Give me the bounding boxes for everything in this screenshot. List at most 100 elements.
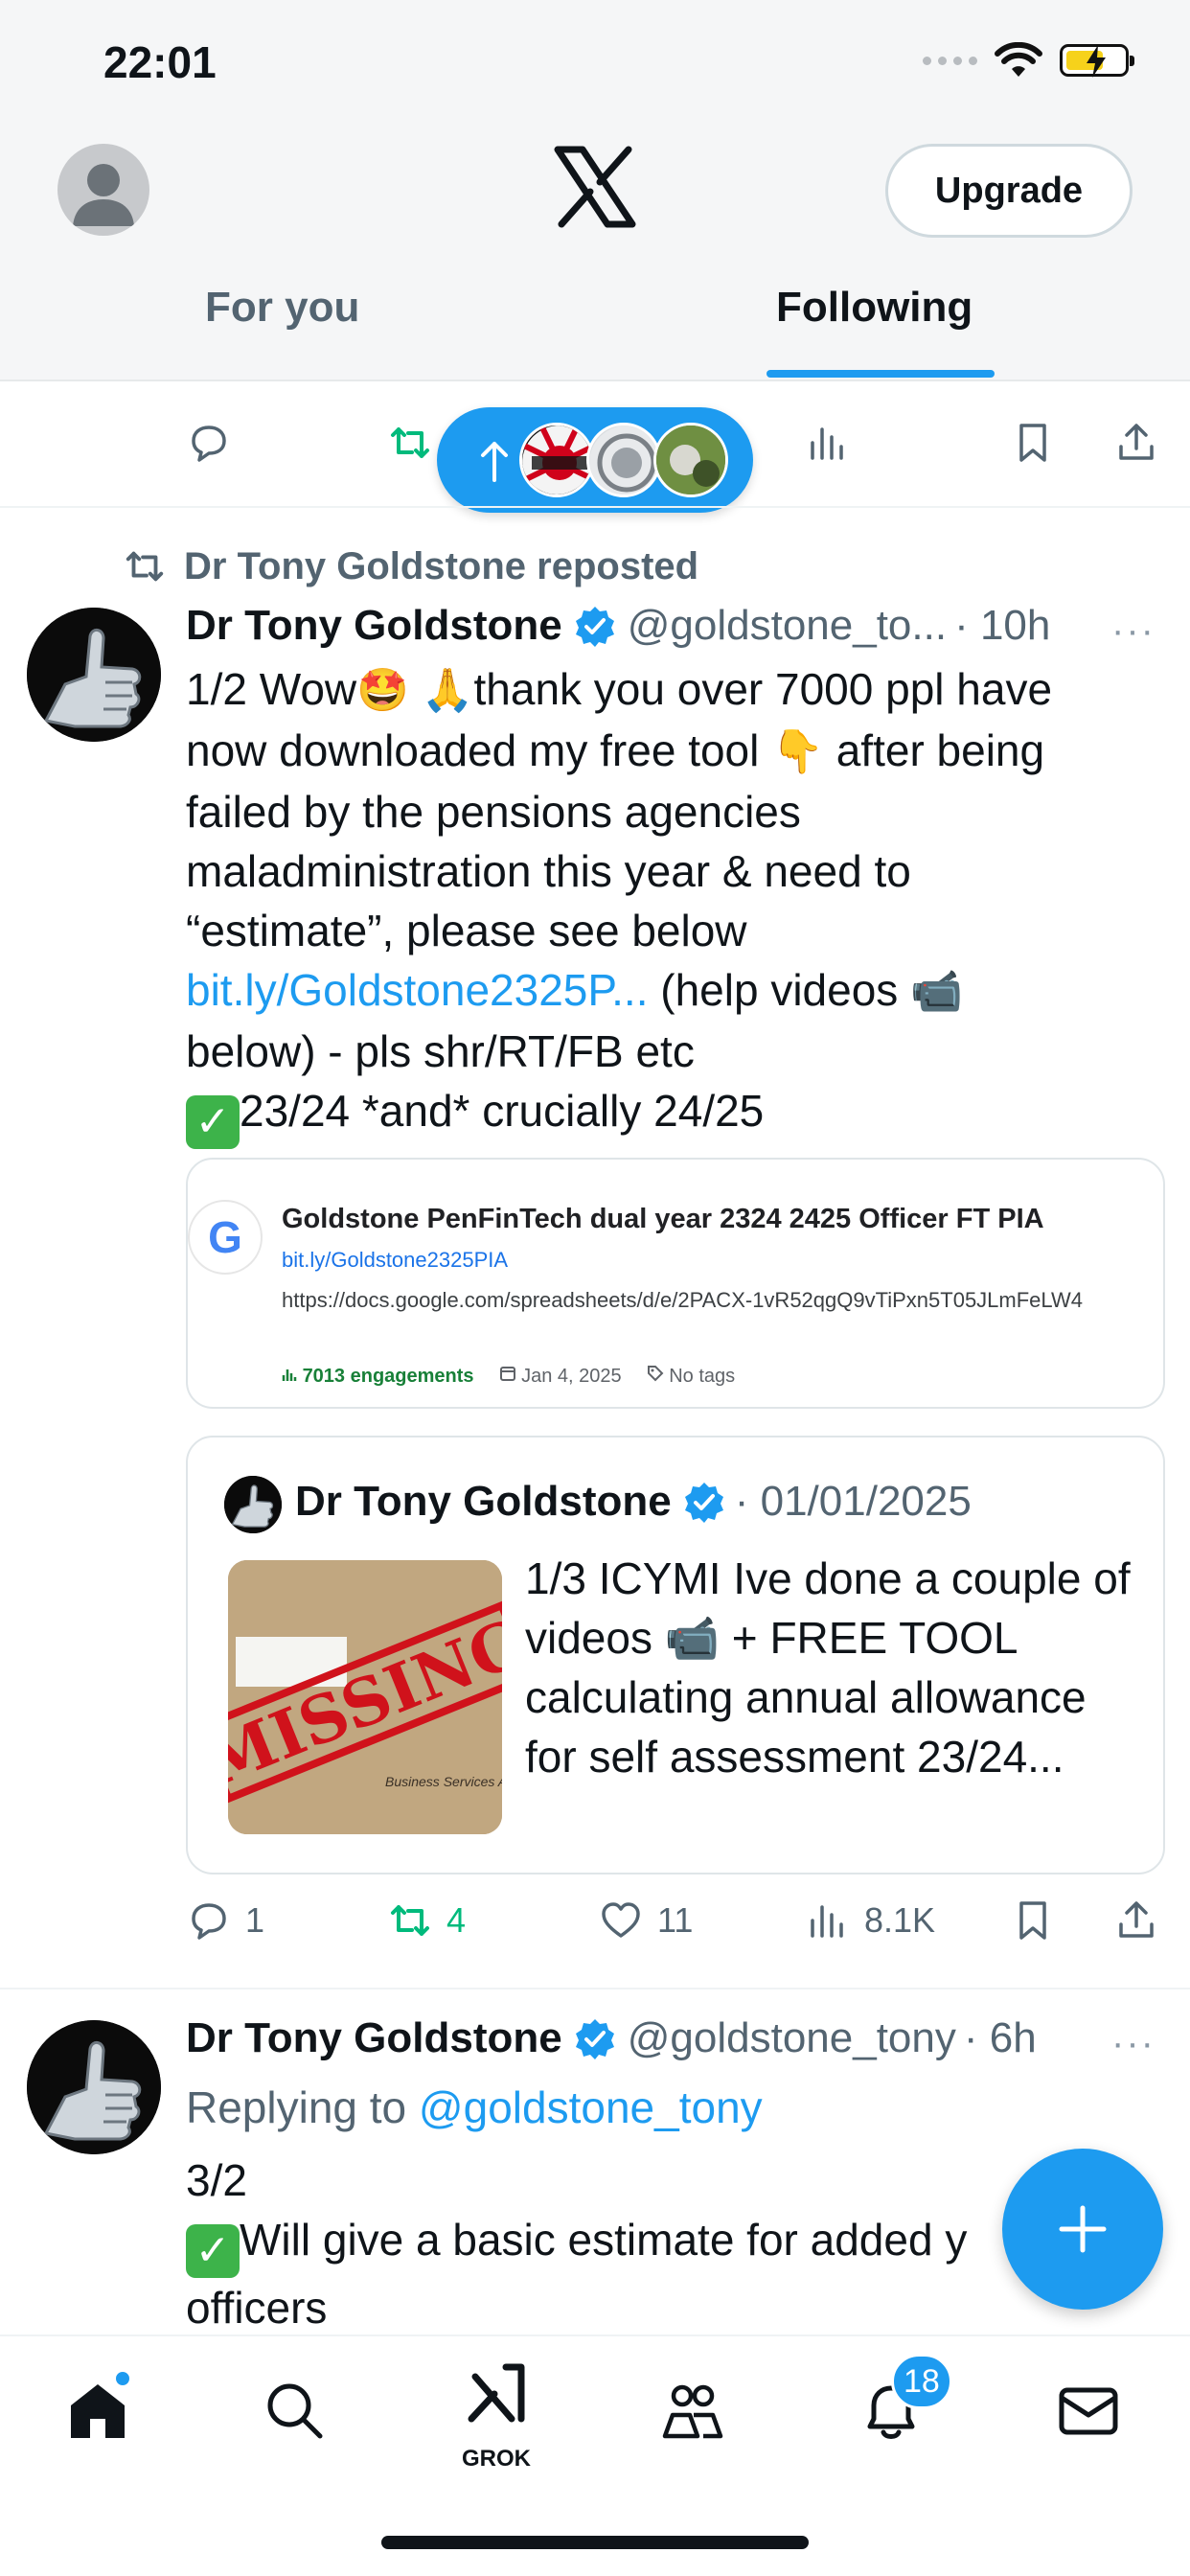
post-text-line: after being — [835, 725, 1045, 775]
repost-icon — [391, 1905, 429, 1936]
default-avatar-icon — [73, 164, 134, 226]
status-time: 22:01 — [103, 37, 217, 87]
post-time: · 6h — [963, 2014, 1037, 2061]
post-text-line: now downloaded my free tool — [186, 725, 760, 775]
repost-button[interactable]: 4 — [387, 1898, 466, 1944]
nav-home[interactable] — [50, 2363, 146, 2459]
chart-bars-icon — [282, 1368, 297, 1381]
replying-to: Replying to @goldstone_tony — [186, 2078, 1154, 2137]
bookmark-icon — [1019, 424, 1046, 462]
post-text-line: “estimate”, please see below — [186, 906, 747, 955]
post-text-line: 23/24 *and* crucially 24/25 — [240, 1086, 765, 1136]
post-divider — [0, 1988, 1190, 1990]
repost-label: Dr Tony Goldstone reposted — [184, 544, 699, 587]
nav-search[interactable] — [247, 2363, 343, 2459]
home-indicator — [381, 2536, 809, 2549]
author-name[interactable]: Dr Tony Goldstone — [186, 2014, 562, 2062]
google-logo-icon: G — [188, 1200, 263, 1275]
nav-grok[interactable] — [448, 2346, 544, 2442]
like-button[interactable]: 11 — [598, 1898, 693, 1944]
nav-notifications[interactable]: 18 — [843, 2354, 952, 2459]
author-name[interactable]: Dr Tony Goldstone — [186, 602, 562, 650]
pointing-down-emoji-icon: 👇 — [771, 728, 824, 775]
link-preview-card[interactable]: G Goldstone PenFinTech dual year 2324 24… — [186, 1158, 1165, 1409]
post-author-avatar[interactable] — [27, 2020, 161, 2154]
compose-post-button[interactable] — [1002, 2149, 1163, 2310]
reply-icon — [192, 426, 226, 462]
tag-icon — [647, 1366, 664, 1382]
status-icons — [923, 42, 1134, 79]
share-icon — [1119, 424, 1154, 460]
bookmark-button[interactable] — [1010, 420, 1056, 466]
tab-following[interactable]: Following — [776, 284, 973, 332]
quoted-post-image: MISSING Business Services Au — [228, 1560, 502, 1834]
more-options-icon[interactable]: ··· — [1111, 2022, 1156, 2065]
views-icon — [811, 1905, 843, 1938]
card-engagements: 7013 engagements — [282, 1366, 474, 1388]
repost-indicator[interactable]: Dr Tony Goldstone reposted — [123, 544, 698, 588]
communities-icon — [662, 2384, 723, 2439]
card-meta: 7013 engagements Jan 4, 2025 No tags — [282, 1365, 735, 1388]
new-post-avatar-1 — [519, 423, 594, 497]
reply-button[interactable] — [186, 420, 232, 466]
card-tags-text: No tags — [669, 1366, 736, 1387]
reply-count: 1 — [245, 1900, 265, 1940]
folded-hands-emoji-icon: 🙏 — [421, 667, 474, 714]
author-handle[interactable]: @goldstone_to... — [628, 602, 947, 650]
post-time: · 10h — [954, 602, 1051, 649]
post-author-avatar[interactable] — [27, 608, 161, 742]
replying-to-label: Replying to — [186, 2082, 407, 2132]
post-text: 1/2 Wow🤩 🙏thank you over 7000 ppl have n… — [186, 659, 1154, 1149]
share-button[interactable] — [1113, 420, 1159, 466]
nav-communities[interactable] — [644, 2363, 740, 2459]
post-text-line: officers — [186, 2283, 328, 2333]
wifi-icon — [995, 42, 1042, 77]
check-mark-emoji-icon: ✓ — [186, 1095, 240, 1149]
share-icon — [1119, 1901, 1154, 1938]
views-button[interactable]: 8.1K — [805, 1898, 935, 1944]
nav-messages[interactable] — [1041, 2363, 1136, 2459]
views-icon — [811, 427, 843, 460]
upgrade-button[interactable]: Upgrade — [885, 144, 1133, 238]
card-short-url: bit.ly/Goldstone2325PIA — [282, 1248, 509, 1272]
more-options-icon[interactable]: ··· — [1111, 610, 1156, 653]
notifications-count-badge: 18 — [891, 2354, 952, 2409]
reply-icon — [192, 1903, 226, 1940]
new-posts-pill[interactable] — [437, 407, 753, 513]
like-count: 11 — [657, 1900, 694, 1940]
views-count: 8.1K — [864, 1900, 936, 1940]
quoted-post-date: · 01/01/2025 — [734, 1478, 972, 1525]
post-link[interactable]: bit.ly/Goldstone2325P... — [186, 965, 648, 1015]
home-unread-dot — [113, 2369, 132, 2388]
x-logo-icon[interactable] — [552, 144, 638, 230]
battery-icon — [1060, 44, 1134, 78]
reply-button[interactable]: 1 — [186, 1898, 264, 1944]
star-struck-emoji-icon: 🤩 — [356, 667, 409, 714]
share-button[interactable] — [1113, 1898, 1159, 1944]
quoted-post-header: Dr Tony Goldstone · 01/01/2025 — [295, 1478, 972, 1526]
post-text-line: below) - pls shr/RT/FB etc — [186, 1026, 695, 1076]
post-divider — [0, 506, 1190, 508]
repost-button[interactable] — [387, 420, 433, 466]
quoted-post[interactable]: Dr Tony Goldstone · 01/01/2025 MISSING B… — [186, 1436, 1165, 1874]
grok-label: GROK — [462, 2446, 531, 2472]
card-long-url: https://docs.google.com/spreadsheets/d/e… — [282, 1288, 1084, 1312]
post-text-line: Will give a basic estimate for added y — [240, 2215, 968, 2265]
views-button[interactable] — [805, 420, 851, 466]
profile-avatar[interactable] — [57, 144, 149, 236]
tab-for-you[interactable]: For you — [205, 284, 359, 332]
card-date-text: Jan 4, 2025 — [521, 1366, 622, 1387]
bookmark-icon — [1019, 1901, 1046, 1940]
card-date: Jan 4, 2025 — [499, 1365, 622, 1388]
image-caption-text: Business Services Au — [385, 1774, 502, 1789]
quoted-author-name: Dr Tony Goldstone — [295, 1478, 672, 1525]
replying-to-handle[interactable]: @goldstone_tony — [419, 2082, 763, 2132]
card-title: Goldstone PenFinTech dual year 2324 2425… — [282, 1204, 1044, 1234]
author-handle[interactable]: @goldstone_tony — [628, 2014, 956, 2062]
repost-count: 4 — [446, 1900, 467, 1940]
bookmark-button[interactable] — [1010, 1898, 1056, 1944]
post-text-line: maladministration this year & need to — [186, 846, 911, 896]
video-camera-emoji-icon: 📹 — [910, 968, 963, 1015]
card-tags: No tags — [647, 1365, 736, 1388]
verified-badge-icon — [684, 1483, 723, 1523]
